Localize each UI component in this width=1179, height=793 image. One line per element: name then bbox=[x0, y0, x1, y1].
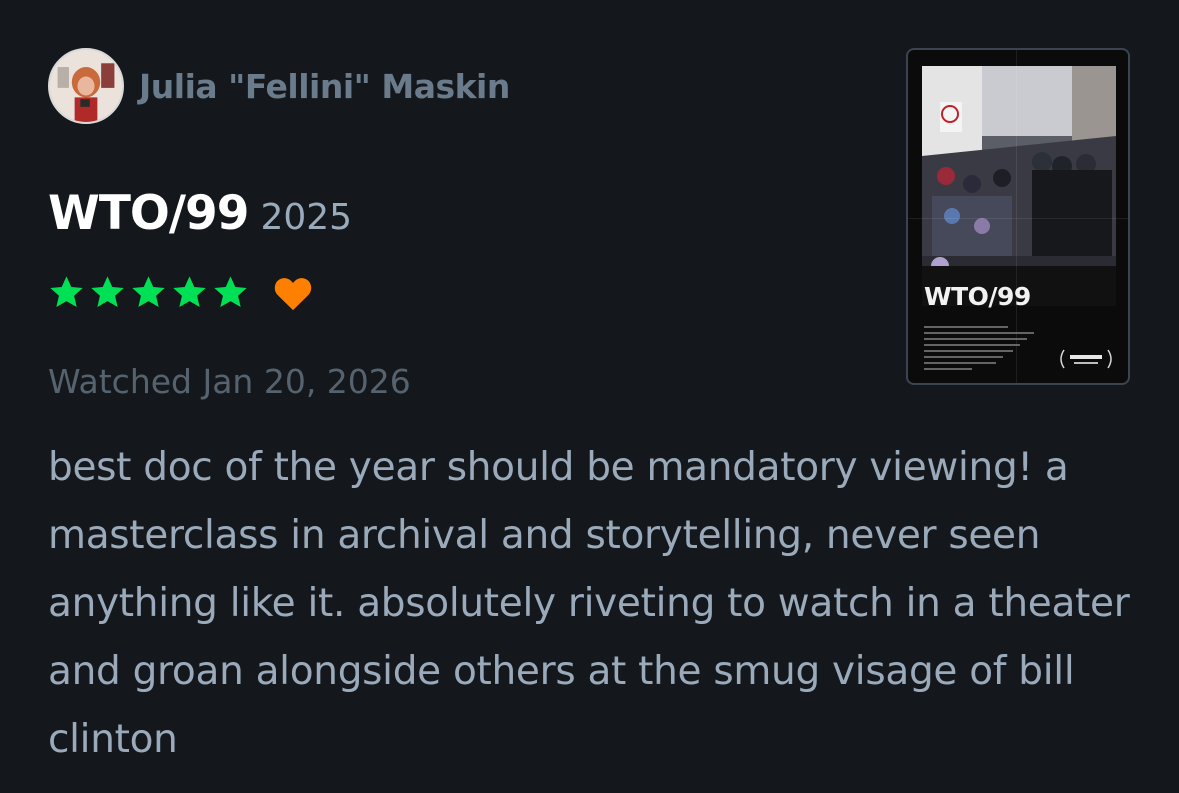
watched-date: Watched Jan 20, 2026 bbox=[48, 362, 411, 401]
author-name[interactable]: Julia "Fellini" Maskin bbox=[139, 67, 510, 106]
star-icon bbox=[48, 274, 85, 311]
poster-title: WTO/99 bbox=[924, 282, 1031, 311]
film-title[interactable]: WTO/99 bbox=[48, 186, 249, 241]
avatar-image bbox=[50, 50, 122, 122]
avatar[interactable] bbox=[48, 48, 124, 124]
review-text: best doc of the year should be mandatory… bbox=[48, 445, 1130, 762]
film-year[interactable]: 2025 bbox=[260, 197, 352, 238]
star-icon bbox=[130, 274, 167, 311]
star-icon bbox=[171, 274, 208, 311]
heart-icon bbox=[273, 275, 313, 311]
review-page: Julia "Fellini" Maskin WTO/99 2025 Watch… bbox=[0, 0, 1179, 793]
author-row[interactable]: Julia "Fellini" Maskin bbox=[48, 48, 510, 124]
poster-photo bbox=[922, 66, 1116, 306]
star-rating bbox=[48, 274, 253, 311]
film-poster[interactable]: WTO/99 bbox=[906, 48, 1130, 385]
title-row: WTO/99 2025 bbox=[48, 186, 352, 241]
poster-credits bbox=[924, 326, 1044, 374]
star-icon bbox=[89, 274, 126, 311]
poster-fold bbox=[908, 218, 1128, 219]
star-icon bbox=[212, 274, 249, 311]
festival-laurel-icon bbox=[1058, 346, 1114, 372]
rating-row bbox=[48, 274, 313, 311]
